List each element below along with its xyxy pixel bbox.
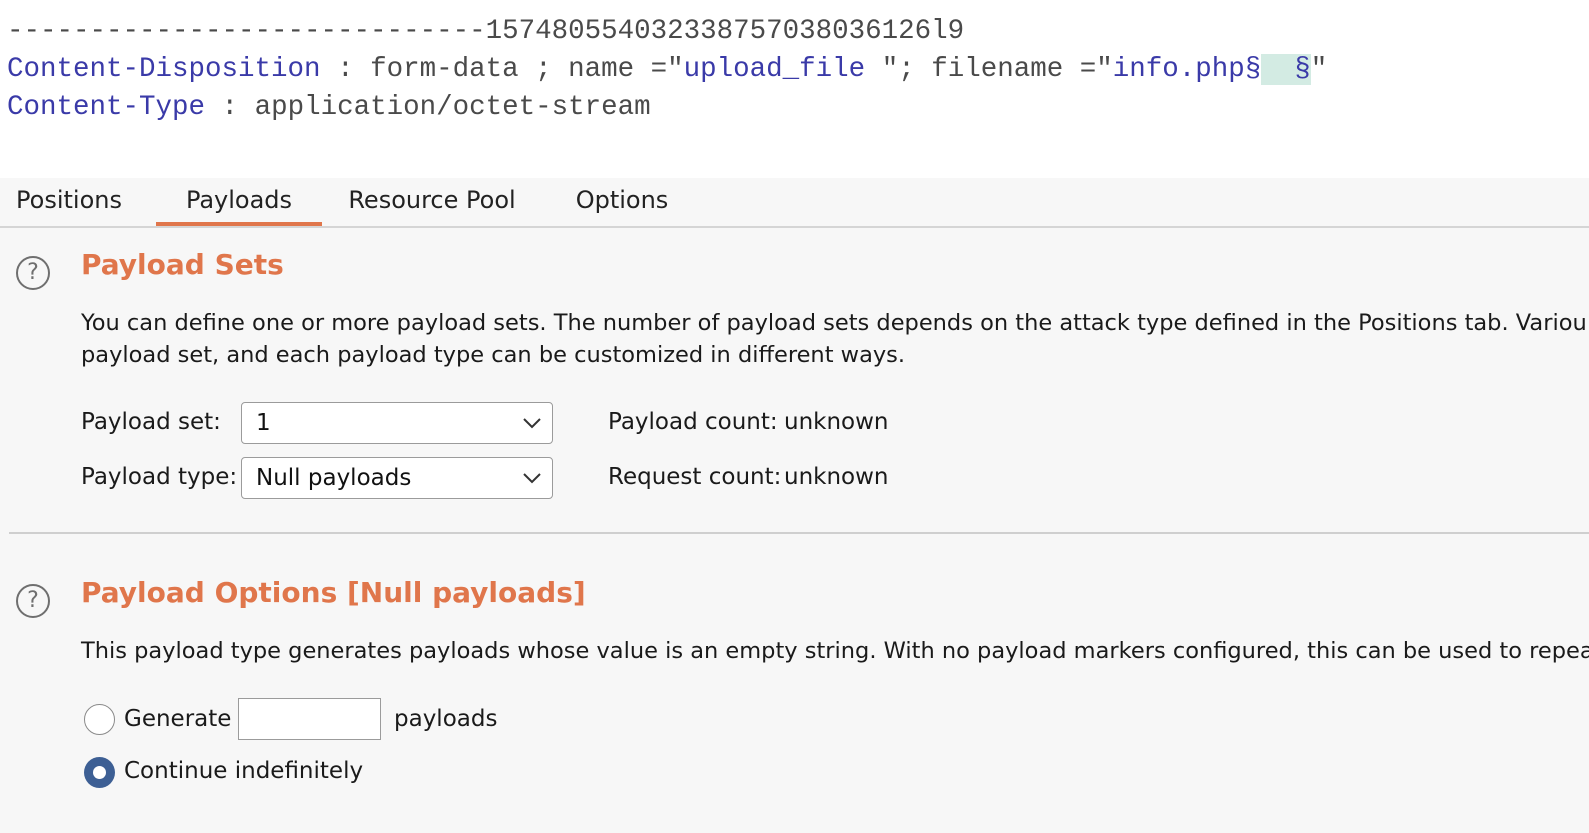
- tab-resource-pool[interactable]: Resource Pool: [340, 178, 524, 224]
- filename-value: info.php: [1112, 54, 1245, 85]
- request-count-value: unknown: [784, 464, 889, 490]
- content-disposition-line: Content-Disposition : form-data ; name =…: [7, 52, 1327, 88]
- payload-type-value: Null payloads: [256, 465, 412, 491]
- disposition-value-mid: "; filename =": [881, 54, 1113, 85]
- tab-options[interactable]: Options: [560, 178, 684, 224]
- chevron-down-icon: [523, 418, 541, 429]
- disposition-value-start: form-data ; name =": [370, 54, 684, 85]
- help-icon[interactable]: ?: [16, 256, 50, 290]
- help-icon[interactable]: ?: [16, 584, 50, 618]
- continue-indefinitely-radio[interactable]: [84, 757, 115, 788]
- payloads-panel: ? Payload Sets You can define one or mor…: [0, 228, 1589, 833]
- payload-type-label: Payload type:: [81, 464, 238, 490]
- payload-set-label: Payload set:: [81, 409, 221, 435]
- payload-marker-open: §: [1244, 54, 1262, 85]
- payload-set-dropdown[interactable]: 1: [241, 402, 553, 444]
- payloads-suffix-label: payloads: [394, 706, 498, 732]
- payload-count-label: Payload count:: [608, 409, 778, 435]
- section-divider: [9, 532, 1589, 534]
- request-editor[interactable]: -----------------------------15748055403…: [0, 0, 1589, 178]
- payload-count-value: unknown: [784, 409, 889, 435]
- header-separator: :: [205, 92, 255, 123]
- continue-indefinitely-label: Continue indefinitely: [124, 758, 364, 784]
- generate-radio[interactable]: [84, 704, 115, 735]
- field-name-value: upload_file: [683, 54, 882, 85]
- generate-label: Generate: [124, 706, 232, 732]
- generate-count-input[interactable]: [238, 698, 381, 740]
- boundary-line: -----------------------------15748055403…: [7, 16, 965, 47]
- payload-options-title: Payload Options [Null payloads]: [81, 576, 586, 609]
- disposition-value-end: ": [1310, 54, 1328, 85]
- tab-payloads[interactable]: Payloads: [156, 178, 322, 226]
- content-type-line: Content-Type : application/octet-stream: [7, 90, 651, 126]
- content-type-value: application/octet-stream: [254, 92, 651, 123]
- payload-sets-description-line1: You can define one or more payload sets.…: [81, 310, 1587, 336]
- payload-sets-description-line2: payload set, and each payload type can b…: [81, 342, 906, 368]
- tab-positions[interactable]: Positions: [0, 178, 138, 224]
- chevron-down-icon: [523, 473, 541, 484]
- payload-type-dropdown[interactable]: Null payloads: [241, 457, 553, 499]
- payload-set-value: 1: [256, 410, 271, 436]
- payload-options-description: This payload type generates payloads who…: [81, 638, 1589, 664]
- request-count-label: Request count:: [608, 464, 782, 490]
- header-separator: :: [320, 54, 371, 85]
- intruder-tab-bar: Positions Payloads Resource Pool Options: [0, 178, 1589, 228]
- content-type-header: Content-Type: [7, 92, 206, 123]
- content-disposition-header: Content-Disposition: [7, 54, 321, 85]
- payload-sets-title: Payload Sets: [81, 248, 284, 281]
- payload-position-marker[interactable]: §: [1261, 54, 1311, 85]
